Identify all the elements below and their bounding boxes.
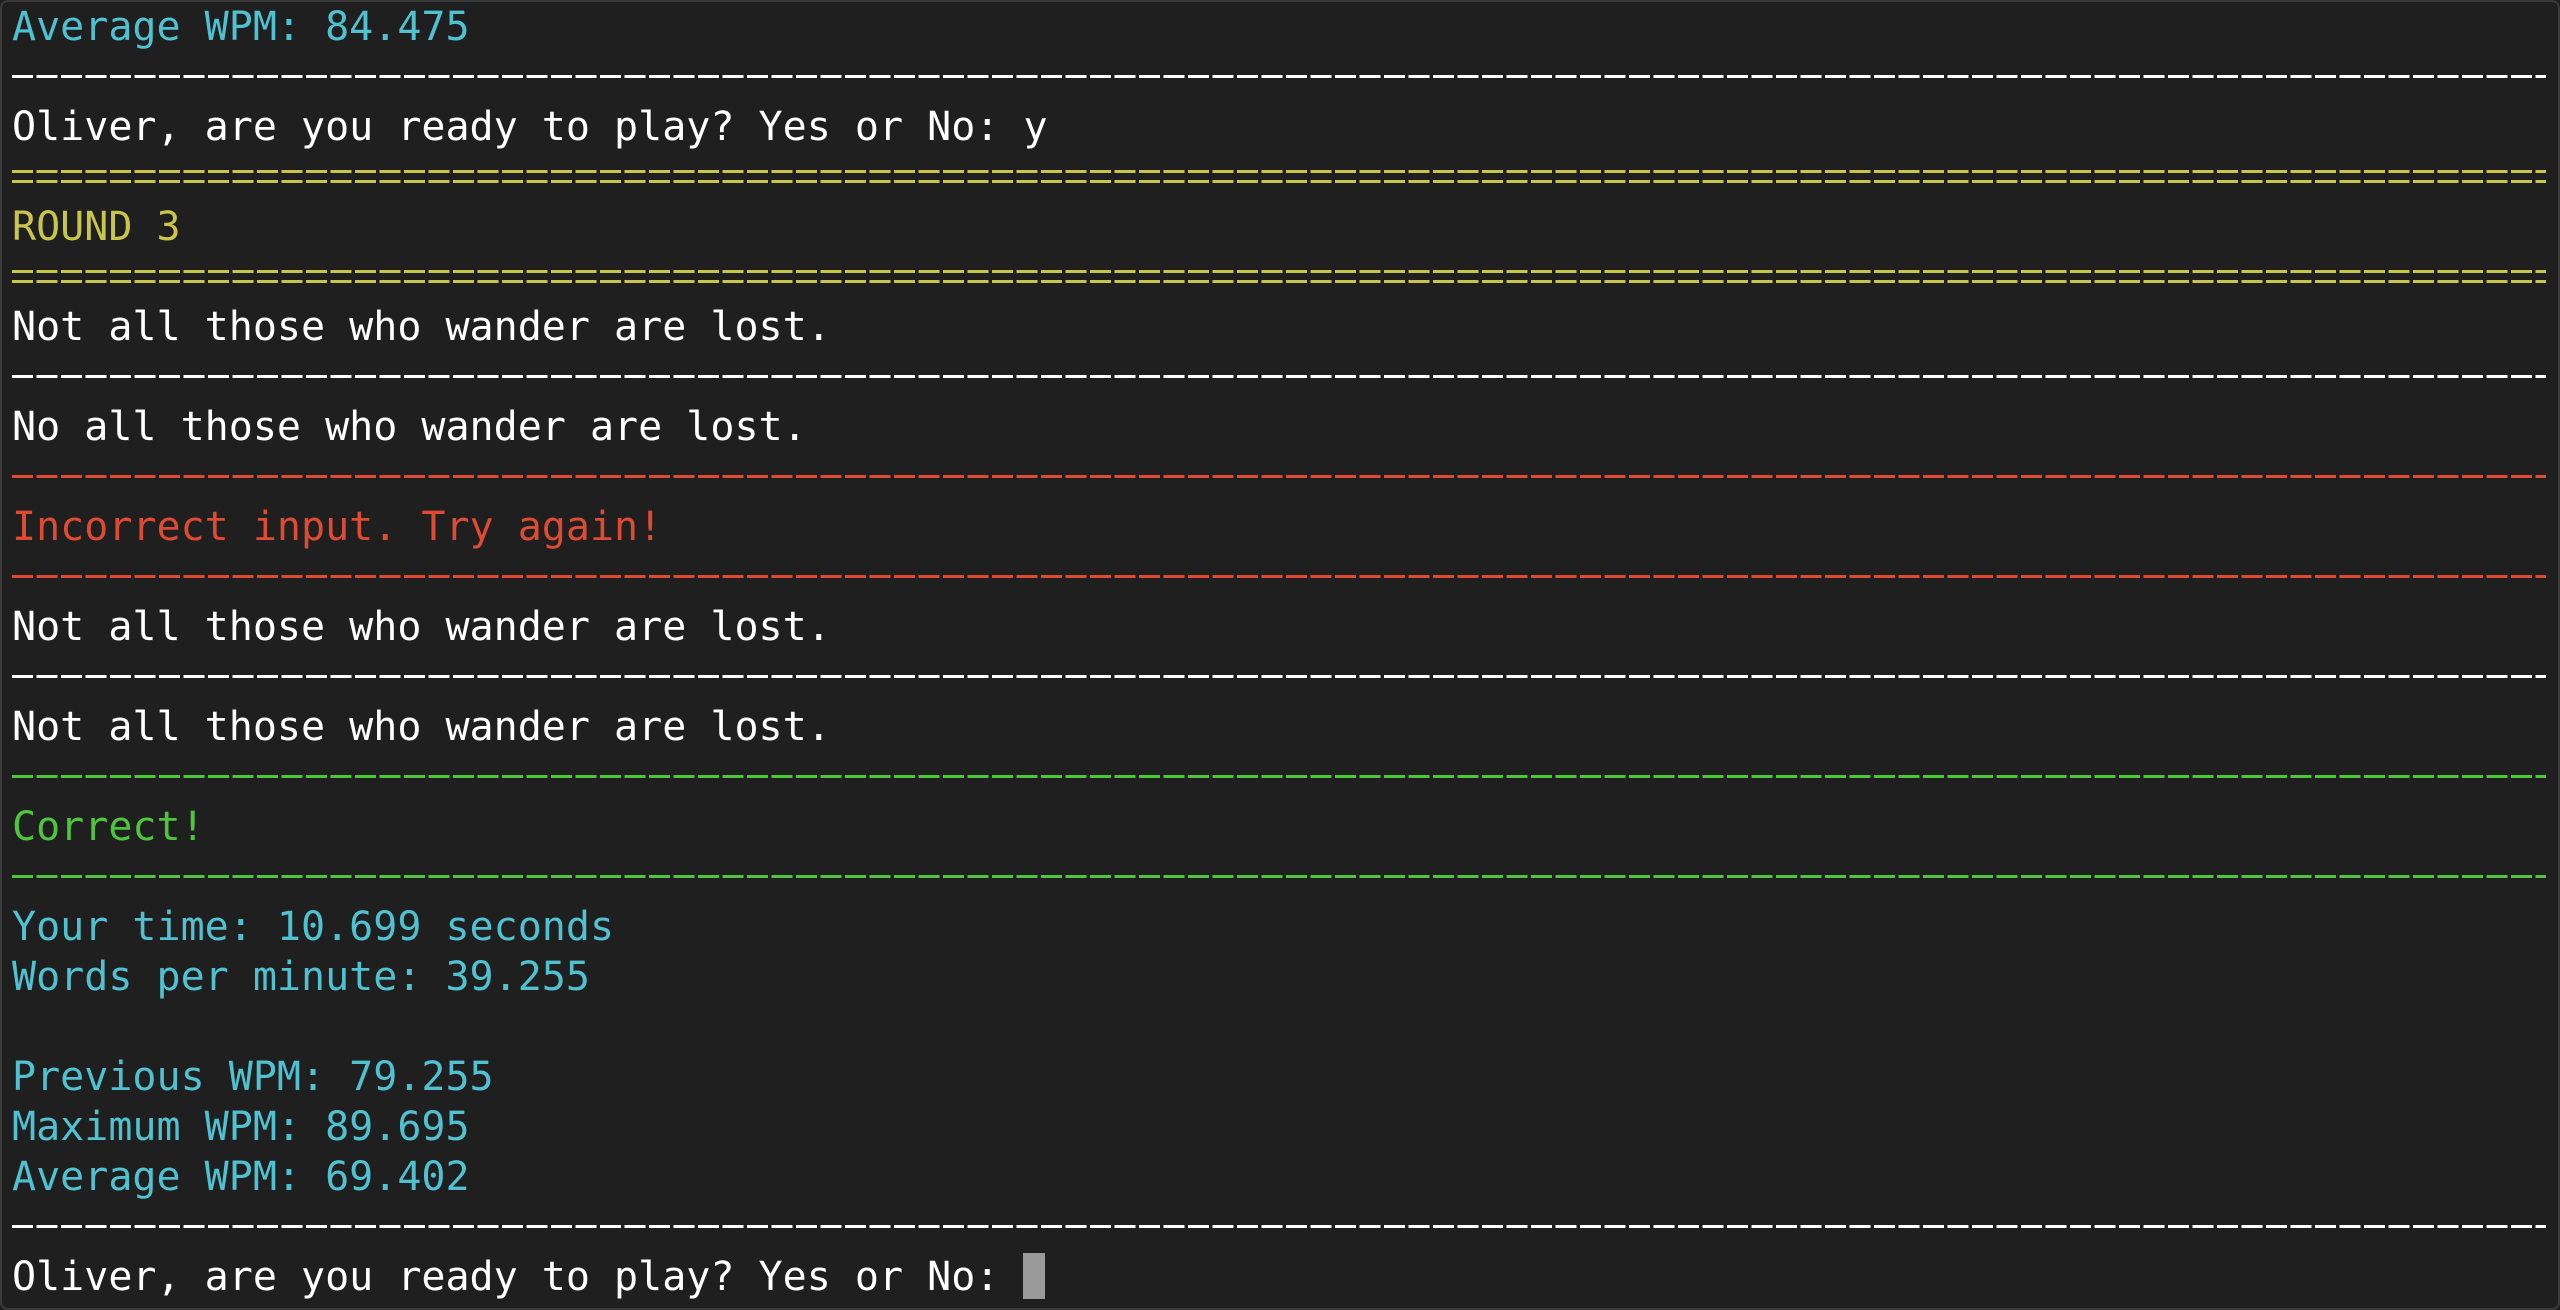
ready-prompt: Oliver, are you ready to play? Yes or No… <box>12 1254 1000 1300</box>
success-separator-bottom <box>12 852 2558 902</box>
success-separator-top <box>12 752 2558 802</box>
previous-average-wpm: Average WPM: 84.475 <box>12 4 470 50</box>
typed-sentence: No all those who wander are lost. <box>12 404 807 450</box>
terminal-window[interactable]: Average WPM: 84.475 Oliver, are you read… <box>0 0 2560 1310</box>
error-separator-top <box>12 452 2558 502</box>
ready-prompt-answered: Oliver, are you ready to play? Yes or No… <box>12 104 1048 150</box>
average-wpm: Average WPM: 69.402 <box>12 1154 470 1200</box>
target-sentence: Not all those who wander are lost. <box>12 604 831 650</box>
terminal-output: Average WPM: 84.475 Oliver, are you read… <box>12 2 2558 1302</box>
round-separator-top <box>12 152 2558 202</box>
separator-line <box>12 352 2558 402</box>
your-time: Your time: 10.699 seconds <box>12 904 615 950</box>
correct-message: Correct! <box>12 804 205 850</box>
separator-line <box>12 1202 2558 1252</box>
incorrect-message: Incorrect input. Try again! <box>12 504 663 550</box>
round-title: ROUND 3 <box>12 204 181 250</box>
text-cursor[interactable] <box>1023 1253 1046 1299</box>
maximum-wpm: Maximum WPM: 89.695 <box>12 1104 470 1150</box>
previous-wpm: Previous WPM: 79.255 <box>12 1054 494 1100</box>
words-per-minute: Words per minute: 39.255 <box>12 954 590 1000</box>
target-sentence: Not all those who wander are lost. <box>12 304 831 350</box>
separator-line <box>12 52 2558 102</box>
typed-sentence: Not all those who wander are lost. <box>12 704 831 750</box>
error-separator-bottom <box>12 552 2558 602</box>
round-separator-bottom <box>12 252 2558 302</box>
separator-line <box>12 652 2558 702</box>
ready-prompt-input-line[interactable]: Oliver, are you ready to play? Yes or No… <box>12 1252 2558 1302</box>
